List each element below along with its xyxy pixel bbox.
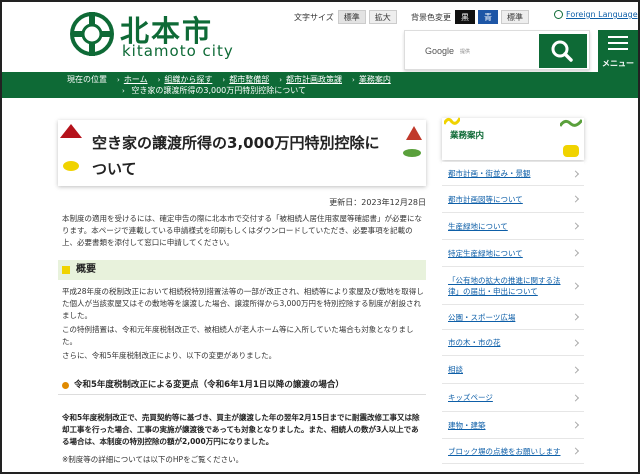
yellow-wave-decoration-icon — [444, 117, 460, 125]
overview-paragraph-1: 平成28年度の税制改正において相続税特別措置法等の一部が改正され、相続等により家… — [62, 287, 424, 320]
breadcrumb: 現在の位置 › ホーム › 組織から探す › 都市整備部 › 都市計画政策課 ›… — [2, 72, 638, 98]
section-heading-overview-text: 概要 — [76, 264, 96, 275]
chevron-right-icon — [571, 195, 580, 203]
text-size-control: 文字サイズ 標準 拡大 — [294, 9, 400, 25]
bg-color-label: 背景色変更 — [411, 12, 451, 22]
heading-marker-icon — [62, 266, 70, 274]
sidebar-item-city-tree-flower[interactable]: 市の木・市の花 — [442, 330, 584, 356]
search-placeholder: 提供 — [460, 48, 471, 55]
sidebar-item-parks-sports[interactable]: 公園・スポーツ広場 — [442, 305, 584, 330]
section-heading-changes-text: 令和5年度税制改正による変更点（令和6年1月1日以降の譲渡の場合） — [74, 380, 344, 390]
chevron-right-icon — [571, 222, 580, 230]
globe-icon — [554, 10, 563, 19]
bg-blue-button[interactable]: 青 — [478, 10, 498, 24]
chevron-right-icon: › — [279, 75, 283, 84]
hamburger-icon — [608, 36, 628, 54]
breadcrumb-department[interactable]: 都市整備部 — [229, 74, 269, 85]
chevron-right-icon — [571, 365, 580, 374]
sidebar-item-block-wall[interactable]: ブロック塀の点検をお願いします — [442, 439, 584, 464]
chevron-right-icon: › — [122, 87, 125, 95]
section-heading-changes: 令和5年度税制改正による変更点（令和6年1月1日以降の譲渡の場合） — [58, 375, 426, 395]
search-input[interactable]: Google 提供 — [419, 37, 537, 65]
breadcrumb-organization[interactable]: 組織から探す — [164, 74, 212, 85]
sidebar-heading: 業務案内 — [450, 131, 485, 141]
chevron-right-icon — [571, 447, 580, 455]
chevron-right-icon: › — [222, 75, 226, 84]
changes-note: ※制度等の詳細については以下のHPをご覧ください。 — [62, 455, 244, 464]
site-header: 北本市 kitamoto city 文字サイズ 標準 拡大 背景色変更 黒 青 … — [2, 2, 638, 72]
sidebar-item-productive-green[interactable]: 生産緑地について — [442, 213, 584, 240]
intro-paragraph: 本制度の適用を受けるには、確定申告の際に北本市で交付する「被相続人居住用家屋等確… — [62, 214, 422, 247]
chevron-right-icon — [571, 338, 580, 347]
sidebar-menu: 都市計画・街並み・景観 都市計画図等について 生産緑地について 特定生産緑地につ… — [442, 162, 584, 464]
updated-date: 更新日：2023年12月28日 — [329, 198, 426, 207]
chevron-right-icon: › — [352, 75, 355, 84]
overview-paragraph-3: さらに、令和5年度税制改正により、以下の変更がありました。 — [62, 351, 277, 360]
page-title-card: 空き家の譲渡所得の3,000万円特別控除について — [58, 120, 426, 186]
breadcrumb-current-page: 空き家の譲渡所得の3,000万円特別控除について — [131, 86, 307, 95]
chevron-right-icon — [571, 169, 580, 178]
sidebar-item-urban-planning[interactable]: 都市計画・街並み・景観 — [442, 162, 584, 186]
search-button[interactable] — [539, 34, 587, 68]
overview-paragraph-2: この特例措置は、令和元年度税制改正で、被相続人が老人ホーム等に入所していた場合も… — [62, 325, 414, 346]
site-name-en[interactable]: kitamoto city — [122, 42, 234, 60]
breadcrumb-division[interactable]: 都市計画政策課 — [286, 74, 342, 85]
sidebar-item-buildings[interactable]: 建物・建築 — [442, 412, 584, 439]
search-box: Google 提供 — [404, 30, 590, 70]
bg-color-control: 背景色変更 黒 青 標準 — [411, 9, 532, 25]
bg-standard-button[interactable]: 標準 — [501, 10, 529, 24]
chevron-right-icon — [571, 249, 580, 257]
yellow-leaf-decoration-icon — [63, 161, 79, 171]
changes-paragraph: 令和5年度税制改正で、売買契約等に基づき、買主が譲渡した年の翌年2月15日までに… — [62, 413, 420, 446]
chevron-right-icon — [571, 393, 580, 402]
sidebar-item-kids-page[interactable]: キッズページ — [442, 384, 584, 412]
text-size-standard-button[interactable]: 標準 — [337, 10, 366, 24]
breadcrumb-home[interactable]: ホーム — [124, 74, 148, 85]
section-heading-overview: 概要 — [58, 260, 426, 280]
foreign-language-label: Foreign Language — [566, 10, 638, 19]
breadcrumb-business[interactable]: 業務案内 — [359, 74, 391, 85]
chevron-right-icon — [571, 421, 580, 429]
sidebar-item-public-land-law[interactable]: 「公有地の拡大の推進に関する法律」の届出・申出について — [442, 267, 584, 305]
search-icon — [551, 40, 573, 62]
text-size-label: 文字サイズ — [294, 12, 334, 22]
chevron-right-icon — [571, 313, 580, 321]
page-title: 空き家の譲渡所得の3,000万円特別控除について — [92, 134, 380, 178]
chevron-right-icon: › — [157, 75, 161, 84]
sidebar-item-planning-maps[interactable]: 都市計画図等について — [442, 186, 584, 213]
chevron-right-icon: › — [117, 75, 120, 84]
sidebar-item-specified-productive-green[interactable]: 特定生産緑地について — [442, 240, 584, 267]
city-emblem-icon[interactable] — [68, 10, 116, 58]
chevron-right-icon — [571, 281, 580, 290]
sidebar-item-consultation[interactable]: 相談 — [442, 356, 584, 384]
yellow-blob-decoration-icon — [563, 145, 579, 157]
text-size-large-button[interactable]: 拡大 — [368, 10, 397, 24]
green-wave-decoration-icon — [560, 119, 582, 127]
page-frame: 北本市 kitamoto city 文字サイズ 標準 拡大 背景色変更 黒 青 … — [0, 0, 640, 474]
foreign-language-link[interactable]: Foreign Language — [554, 10, 638, 19]
bg-black-button[interactable]: 黒 — [455, 10, 475, 24]
red-shape-decoration-icon — [406, 126, 422, 140]
red-triangle-decoration-icon — [60, 124, 82, 138]
breadcrumb-current-label: 現在の位置 — [67, 75, 107, 84]
heading-bullet-icon — [62, 382, 69, 389]
green-leaf-decoration-icon — [403, 149, 421, 157]
menu-button[interactable]: メニュー — [598, 30, 638, 72]
sidebar-heading-card: 業務案内 — [442, 117, 584, 160]
menu-label: メニュー — [602, 59, 634, 68]
search-provider-label: Google — [425, 46, 455, 56]
